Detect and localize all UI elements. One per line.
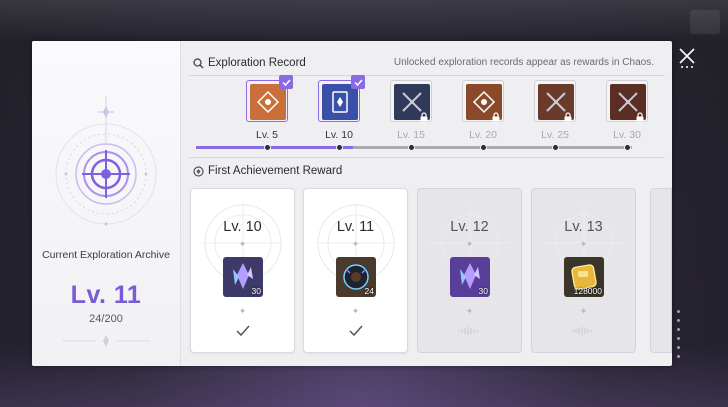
dark-orb-icon[interactable]: 24 xyxy=(336,257,376,297)
card-deck-icon xyxy=(322,84,358,120)
lock-icon xyxy=(419,109,429,122)
item-quantity: 30 xyxy=(251,286,261,296)
exploration-record-hint: Unlocked exploration records appear as r… xyxy=(393,57,654,68)
sparkle-icon: ✦ xyxy=(465,306,474,316)
archive-emblem-icon xyxy=(55,96,157,226)
current-archive-label: Current Exploration Archive xyxy=(42,249,170,261)
exploration-record-level: Lv. 25 xyxy=(541,129,569,141)
exploration-record-level: Lv. 15 xyxy=(397,129,425,141)
progress-node xyxy=(624,144,631,151)
progress-node xyxy=(480,144,487,151)
sparkle-icon: ✦ xyxy=(579,306,588,316)
lock-icon xyxy=(491,109,501,122)
claimed-checkmark-icon xyxy=(191,324,294,338)
sparkle-icon: ✦ xyxy=(238,239,247,249)
sparkle-icon: ✦ xyxy=(465,239,474,249)
progress-node xyxy=(408,144,415,151)
reward-card[interactable]: Lv. 12 ✦ 30 ✦ xyxy=(417,188,522,353)
first-achievement-header: First Achievement Reward xyxy=(193,162,342,180)
reward-card-level: Lv. 12 xyxy=(450,219,489,235)
sparkle-icon: ✦ xyxy=(351,239,360,249)
compass-card-icon xyxy=(250,84,286,120)
reward-icon xyxy=(193,165,204,177)
exploration-record-item[interactable] xyxy=(462,80,504,122)
background-blur-block xyxy=(690,10,720,34)
more-dots-icon xyxy=(681,66,693,68)
checkmark-icon xyxy=(279,75,293,89)
exploration-record-item[interactable] xyxy=(246,75,293,122)
item-quantity: 30 xyxy=(478,286,488,296)
exploration-record-item[interactable] xyxy=(534,80,576,122)
crystal-shard-icon[interactable]: 30 xyxy=(450,257,490,297)
exploration-record-level: Lv. 30 xyxy=(613,129,641,141)
waveform-icon xyxy=(532,324,635,338)
reward-card-level: Lv. 13 xyxy=(564,219,603,235)
progress-node xyxy=(336,144,343,151)
exploration-record-level: Lv. 5 xyxy=(256,129,278,141)
first-achievement-title: First Achievement Reward xyxy=(208,165,343,177)
exploration-record-level: Lv. 20 xyxy=(469,129,497,141)
progress-node xyxy=(552,144,559,151)
exploration-record-title: Exploration Record xyxy=(208,57,306,69)
lock-icon xyxy=(563,109,573,122)
reward-card[interactable]: Lv. 10 ✦ 30 ✦ xyxy=(190,188,295,353)
sparkle-icon: ✦ xyxy=(579,239,588,249)
exploration-record-header: Exploration Record xyxy=(193,54,306,72)
reward-card-level: Lv. 10 xyxy=(223,219,262,235)
sparkle-icon: ✦ xyxy=(351,306,360,316)
item-quantity: 24 xyxy=(364,286,374,296)
gold-gem-icon[interactable]: 128000 xyxy=(564,257,604,297)
crystal-shard-icon[interactable]: 30 xyxy=(223,257,263,297)
item-quantity: 128000 xyxy=(573,286,602,296)
archive-content: Exploration Record Unlocked exploration … xyxy=(181,41,672,366)
reward-card[interactable]: Lv. 11 ✦ 24 ✦ xyxy=(303,188,408,353)
reward-card[interactable]: Lv. 13 ✦ 128000 ✦ xyxy=(531,188,636,353)
exploration-record-level: Lv. 10 xyxy=(325,129,353,141)
reward-card-partial[interactable] xyxy=(650,188,672,353)
sparkle-icon: ✦ xyxy=(238,306,247,316)
progress-node xyxy=(264,144,271,151)
exploration-record-item[interactable] xyxy=(606,80,648,122)
exploration-record-item[interactable] xyxy=(390,80,432,122)
divider xyxy=(189,75,665,76)
waveform-icon xyxy=(418,324,521,338)
level-progress: 24/200 xyxy=(89,313,123,325)
claimed-checkmark-icon xyxy=(304,324,407,338)
exploration-archive-panel: Current Exploration Archive Lv. 11 24/20… xyxy=(32,41,672,366)
page-scroll-indicator[interactable] xyxy=(677,310,680,358)
record-progress-fill xyxy=(196,146,353,149)
search-icon xyxy=(193,57,204,68)
lock-icon xyxy=(635,109,645,122)
close-button[interactable] xyxy=(676,47,698,77)
current-level: Lv. 11 xyxy=(70,281,142,309)
checkmark-icon xyxy=(351,75,365,89)
divider xyxy=(189,157,665,158)
close-icon xyxy=(679,48,695,64)
ornament-icon xyxy=(62,335,150,347)
archive-sidebar: Current Exploration Archive Lv. 11 24/20… xyxy=(32,41,181,366)
exploration-record-item[interactable] xyxy=(318,75,365,122)
reward-card-level: Lv. 11 xyxy=(336,219,375,235)
